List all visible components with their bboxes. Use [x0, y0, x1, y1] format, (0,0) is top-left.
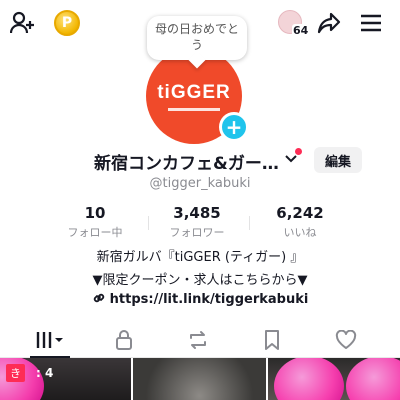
notification-dot — [295, 148, 302, 155]
display-name[interactable]: 新宿コンカフェ&ガー… — [94, 149, 279, 174]
likes-count: 6,242 — [276, 204, 324, 222]
tab-favorites[interactable] — [234, 322, 310, 357]
following-label: フォロー中 — [67, 226, 123, 239]
username-handle: @tigger_kabuki — [149, 176, 251, 191]
coin-symbol: P — [61, 15, 73, 31]
name-row: 新宿コンカフェ&ガー… 編集 — [0, 147, 400, 175]
avatar-logo: tiGGER — [157, 81, 231, 103]
link-icon — [93, 293, 104, 303]
bio-link[interactable]: https://lit.link/tiggerkabuki — [0, 291, 400, 307]
bio-line: ▼限定クーポン・求人はこちらから▼ — [92, 273, 308, 288]
repost-icon — [190, 330, 206, 349]
edit-profile-button[interactable]: 編集 — [314, 147, 362, 173]
tab-liked[interactable] — [308, 322, 384, 357]
profile-tabs — [0, 322, 400, 358]
likes-stat[interactable]: 6,242 いいね — [250, 204, 350, 240]
heart-icon — [335, 329, 357, 349]
heart-sticker — [274, 358, 344, 400]
heart-sticker — [346, 358, 400, 400]
view-count: : 4 — [36, 366, 54, 380]
tab-reposts[interactable] — [160, 322, 236, 357]
status-bubble[interactable]: 母の日おめでとう — [147, 16, 247, 60]
menu-icon[interactable] — [356, 8, 386, 38]
bio-link-text: https://lit.link/tiggerkabuki — [109, 292, 309, 307]
video-thumbnail[interactable]: き : 4 — [0, 358, 131, 400]
followers-stat[interactable]: 3,485 フォロワー — [147, 204, 247, 240]
grid-bars-icon — [36, 331, 63, 348]
followers-count: 3,485 — [173, 204, 221, 222]
following-count: 10 — [84, 204, 106, 222]
profile-visitors-button[interactable]: 64 — [276, 8, 310, 38]
lock-icon — [116, 329, 132, 350]
tab-private[interactable] — [86, 322, 162, 357]
tab-videos[interactable] — [12, 322, 88, 358]
stats-row: 10 フォロー中 3,485 フォロワー 6,242 いいね — [0, 204, 400, 246]
followers-label: フォロワー — [169, 226, 225, 239]
likes-label: いいね — [283, 226, 317, 239]
bookmark-icon — [265, 329, 279, 350]
coin-icon[interactable]: P — [54, 10, 80, 36]
video-grid: き : 4 — [0, 358, 400, 400]
video-thumbnail[interactable] — [268, 358, 400, 400]
add-friend-icon[interactable] — [8, 8, 38, 38]
share-icon[interactable] — [314, 8, 344, 38]
avatar-logo-underline — [168, 107, 220, 111]
add-story-plus-icon[interactable]: + — [219, 112, 249, 142]
video-thumbnail[interactable] — [133, 358, 266, 400]
bio-line: 新宿ガルバ『tiGGER (ティガー) 』 — [96, 250, 304, 265]
following-stat[interactable]: 10 フォロー中 — [45, 204, 145, 240]
pinned-badge: き — [6, 364, 25, 382]
visitor-count: 64 — [292, 24, 310, 37]
